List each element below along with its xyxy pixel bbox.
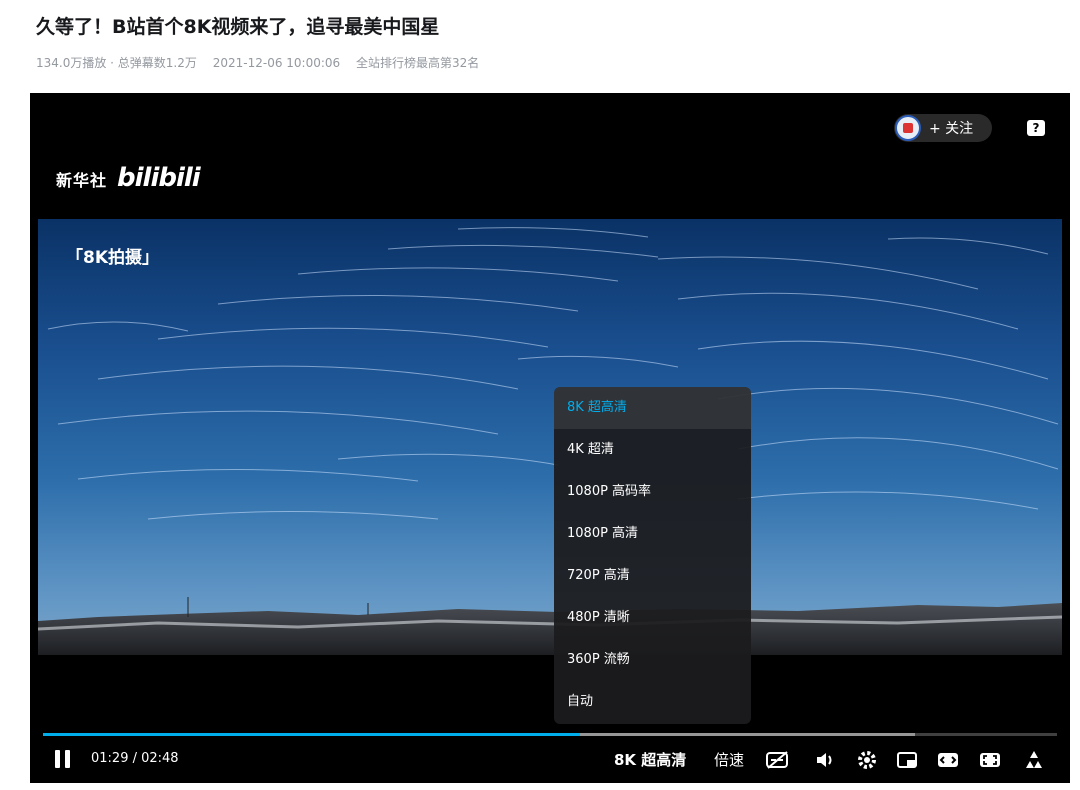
follow-label: + 关注 <box>929 121 974 137</box>
shot-caption: 「8K拍摄」 <box>66 248 160 268</box>
bilibili-logo: bilibili <box>117 163 201 193</box>
pause-icon[interactable] <box>55 750 71 768</box>
progress-played <box>43 733 581 736</box>
avatar <box>895 115 921 141</box>
time-display: 01:29 / 02:48 <box>91 751 179 766</box>
quality-button[interactable]: 8K 超高清 <box>614 749 686 770</box>
video-player[interactable]: 新华社 bilibili + 关注 ? 「8K拍摄」 8K 超高清 4K 超清 … <box>30 93 1070 783</box>
rank-info[interactable]: 全站排行榜最高第32名 <box>356 56 479 70</box>
progress-bar[interactable] <box>43 733 1057 736</box>
quality-option-1080p[interactable]: 1080P 高清 <box>554 513 751 555</box>
web-fullscreen-icon[interactable] <box>979 749 1001 771</box>
xinhua-logo: 新华社 <box>56 171 108 190</box>
speed-button[interactable]: 倍速 <box>714 749 744 770</box>
subtitle-icon[interactable] <box>766 749 788 771</box>
video-frame[interactable]: 「8K拍摄」 <box>38 219 1062 655</box>
settings-icon[interactable] <box>856 749 878 771</box>
quality-option-720p[interactable]: 720P 高清 <box>554 555 751 597</box>
quality-option-480p[interactable]: 480P 清晰 <box>554 597 751 639</box>
follow-button[interactable]: + 关注 <box>894 114 992 142</box>
control-bar: 01:29 / 02:48 8K 超高清 倍速 <box>30 743 1070 779</box>
star-trails <box>38 227 1062 655</box>
quality-option-1080p-high-bitrate[interactable]: 1080P 高码率 <box>554 471 751 513</box>
fullscreen-icon[interactable] <box>1023 749 1045 771</box>
quality-option-360p[interactable]: 360P 流畅 <box>554 639 751 681</box>
help-icon[interactable]: ? <box>1027 120 1045 136</box>
widescreen-icon[interactable] <box>937 749 959 771</box>
pip-icon[interactable] <box>896 749 918 771</box>
video-meta: 134.0万播放 · 总弹幕数1.2万 2021-12-06 10:00:06 … <box>36 54 491 71</box>
quality-option-8k[interactable]: 8K 超高清 <box>554 387 751 429</box>
publish-date: 2021-12-06 10:00:06 <box>212 56 341 70</box>
channel-logo: 新华社 bilibili <box>56 163 201 193</box>
quality-option-4k[interactable]: 4K 超清 <box>554 429 751 471</box>
quality-menu: 8K 超高清 4K 超清 1080P 高码率 1080P 高清 720P 高清 … <box>554 387 751 724</box>
quality-option-auto[interactable]: 自动 <box>554 681 751 723</box>
volume-icon[interactable] <box>814 749 836 771</box>
video-title: 久等了！B站首个8K视频来了，追寻最美中国星 <box>36 16 440 38</box>
view-count: 134.0万播放 · 总弹幕数1.2万 <box>36 56 197 70</box>
